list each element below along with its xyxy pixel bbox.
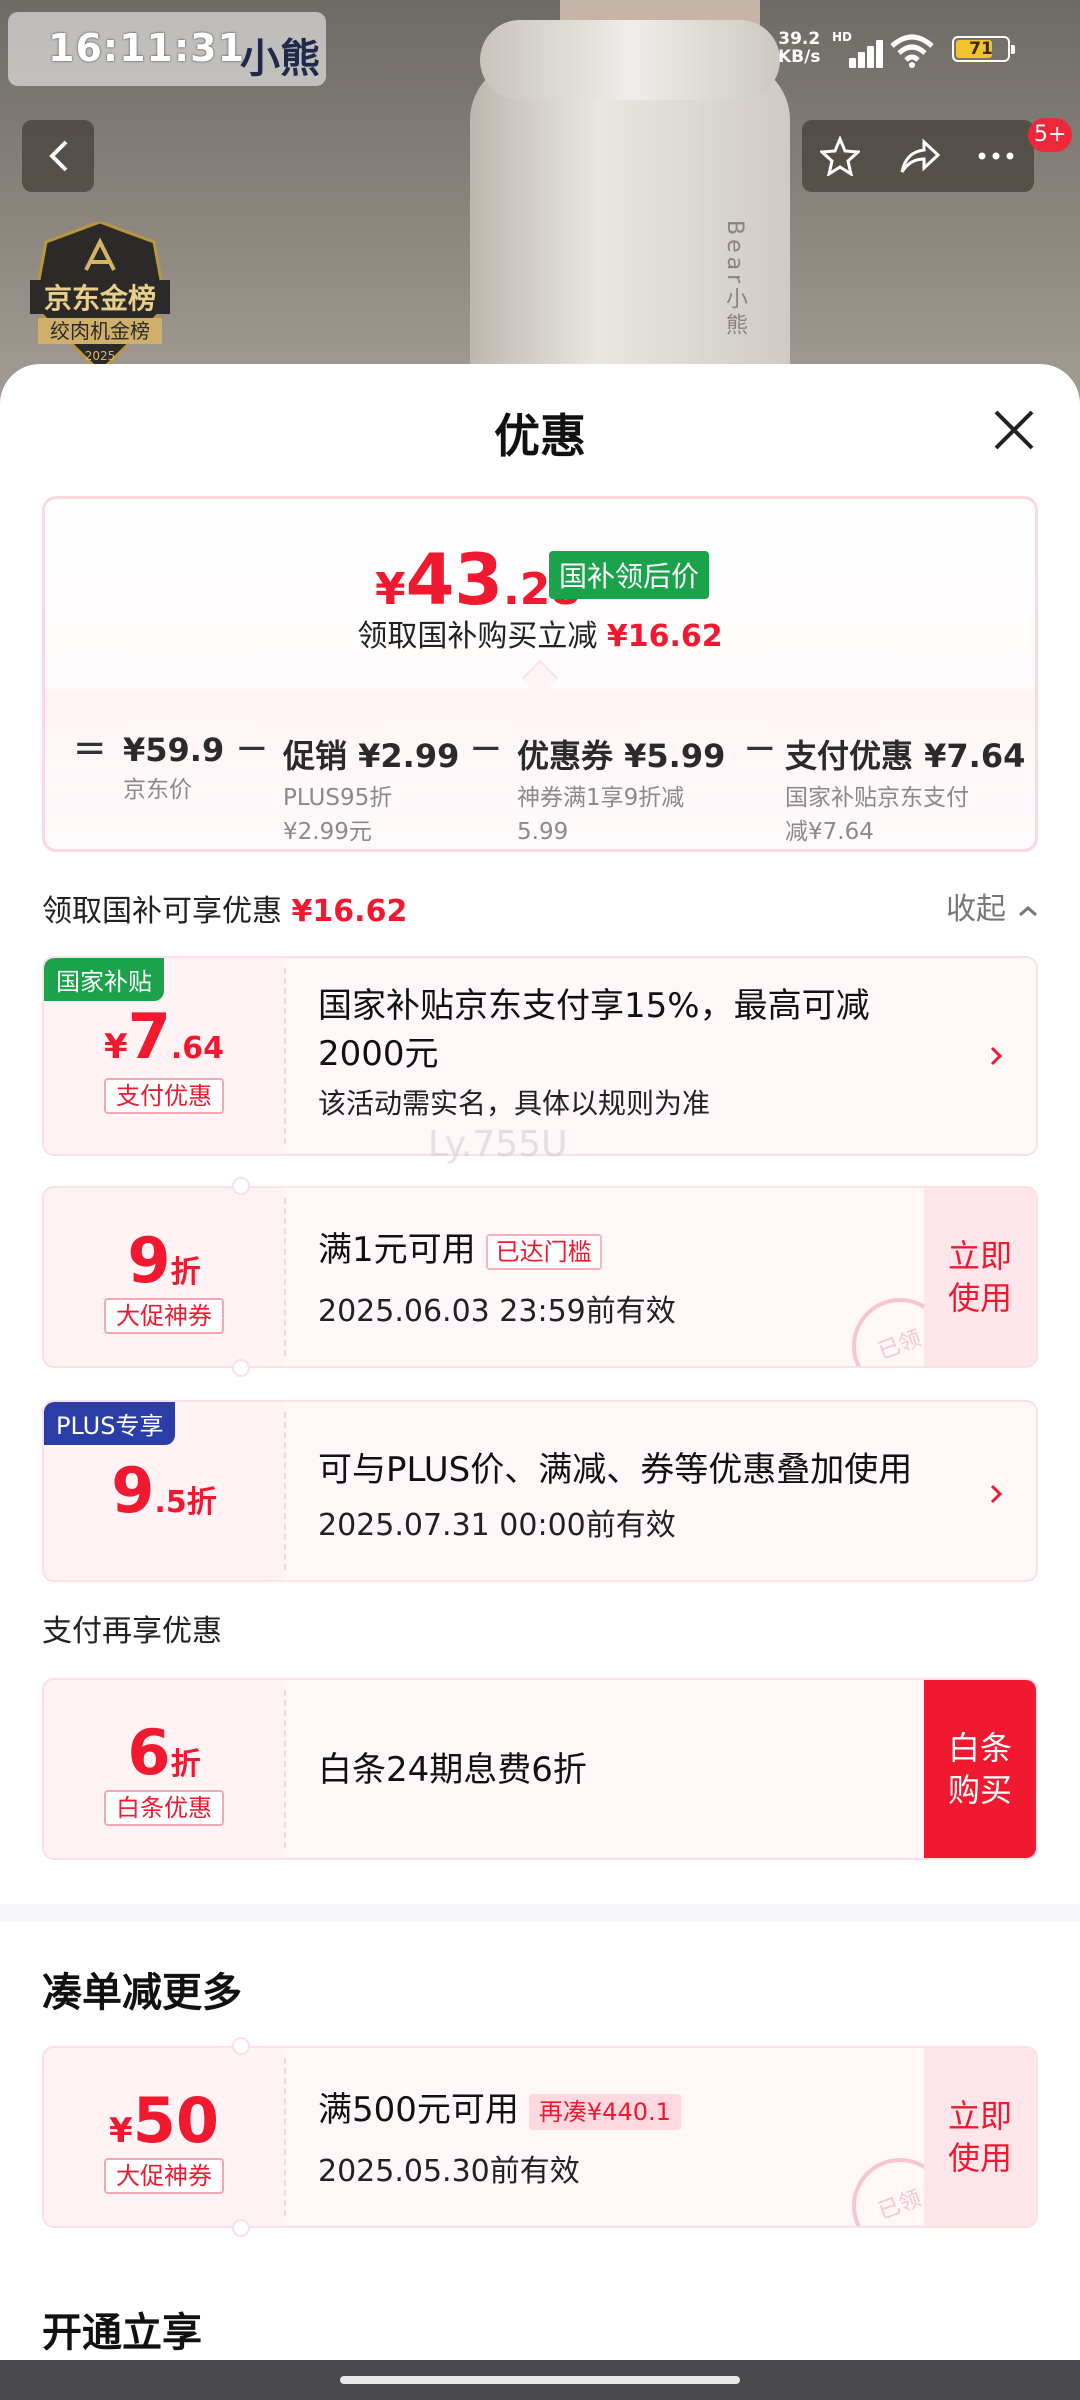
use-now-button[interactable]: 立即 使用 (924, 1188, 1036, 1366)
coupon-type-chip: 大促神券 (104, 1298, 224, 1334)
chevron-right-icon (990, 1484, 1003, 1504)
add-more-tag: 再凑¥440.1 (528, 2093, 681, 2130)
formula-item: − 优惠券 ¥5.99 神券满1享9折减 5.99 (469, 725, 726, 845)
bundle-coupon-chip: 大促神券 (104, 2158, 224, 2194)
use-now-button[interactable]: 立即 使用 (924, 2048, 1036, 2226)
pay-discount-chip: 支付优惠 (104, 1078, 224, 1114)
favorite-button[interactable] (802, 120, 878, 192)
nav-actions (802, 120, 1034, 192)
price-formula: = ¥59.9 京东价 − 促销 ¥2.99 PLUS95折 ¥2.99元 − 优惠… (45, 689, 1035, 849)
collapse-toggle[interactable]: 收起 (946, 884, 1040, 928)
price-breakdown: ¥43.28 国补领后价 领取国补购买立减 ¥16.62 = ¥59.9 京东价 … (42, 496, 1038, 852)
net-speed: 39.2 KB/s (778, 29, 821, 67)
more-section-title: 凑单减更多 (42, 1970, 242, 2016)
open-section-title: 开通立享 (42, 2310, 202, 2356)
more-dots-icon (978, 152, 1014, 160)
battery-level: 71 (969, 39, 993, 59)
subsidy-note: 该活动需实名，具体以规则为准 (318, 1087, 711, 1120)
status-bar: 16:11:31 39.2 KB/s HD 71 (0, 0, 1080, 90)
pay-section-title: 支付再享优惠 (42, 1614, 222, 1649)
chevron-left-icon (49, 140, 68, 172)
home-indicator-bar (0, 2360, 1080, 2400)
share-button[interactable] (880, 120, 956, 192)
back-button[interactable] (22, 120, 94, 192)
formula-item: = ¥59.9 京东价 (73, 725, 225, 803)
chevron-up-icon (1018, 906, 1037, 917)
sheet-title: 优惠 (494, 409, 586, 463)
plus-ribbon: PLUS专享 (44, 1402, 176, 1445)
baitiao-discount: 6折 (127, 1716, 201, 1789)
bundle-coupon-condition: 满500元可用 再凑¥440.1 (318, 2086, 681, 2134)
rank-badge-sub: 绞肉机金榜 (50, 319, 150, 343)
coupon-discount: 9折 (127, 1224, 201, 1297)
savings-header: 领取国补可享优惠 ¥16.62 (42, 894, 408, 929)
subsidy-description: 国家补贴京东支付享15%，最高可减 2000元 (318, 986, 870, 1074)
bundle-coupon-amount: ¥50 (109, 2084, 219, 2157)
formula-item: − 促销 ¥2.99 PLUS95折 ¥2.99元 (235, 725, 460, 845)
coupon-condition: 满1元可用 已达门槛 (318, 1226, 602, 1274)
baitiao-description: 白条24期息费6折 (318, 1750, 587, 1790)
plus-discount: 9.5折 (111, 1454, 217, 1527)
threshold-met-tag: 已达门槛 (485, 1233, 602, 1270)
rank-badge-year: 2025 (85, 349, 116, 363)
home-indicator[interactable] (340, 2376, 740, 2384)
bundle-coupon-expiry: 2025.05.30前有效 (318, 2154, 580, 2189)
discount-sheet: 优惠 ¥43.28 国补领后价 领取国补购买立减 ¥16.62 = ¥59.9 京… (0, 364, 1080, 2400)
signal-icon (835, 38, 883, 68)
subsidy-price-tag: 国补领后价 (549, 551, 710, 599)
battery-icon: 71 (952, 36, 1015, 62)
bundle-coupon-card: ¥50 大促神券 满500元可用 再凑¥440.1 2025.05.30前有效 已… (42, 2046, 1038, 2228)
subsidy-amount: ¥7.64 (104, 1000, 224, 1073)
more-button[interactable] (958, 120, 1034, 192)
close-icon[interactable] (990, 406, 1038, 454)
message-count-badge: 5+ (1028, 118, 1073, 152)
coupon-card: 9折 大促神券 满1元可用 已达门槛 2025.06.03 23:59前有效 已领… (42, 1186, 1038, 1368)
baitiao-buy-button[interactable]: 白条 购买 (924, 1680, 1036, 1858)
coupon-expiry: 2025.06.03 23:59前有效 (318, 1294, 676, 1329)
plus-card[interactable]: PLUS专享 9.5折 可与PLUS价、满减、券等优惠叠加使用 2025.07.… (42, 1400, 1038, 1582)
chevron-right-icon (990, 1046, 1003, 1066)
formula-item: − 支付优惠 ¥7.64 国家补贴京东支付 减¥7.64 (743, 725, 1026, 845)
price-subtitle: 领取国补购买立减 ¥16.62 (357, 619, 723, 654)
jd-rank-badge: 京东金榜 绞肉机金榜 2025 (30, 222, 170, 372)
status-time: 16:11:31 (48, 26, 246, 70)
baitiao-card: 6折 白条优惠 白条24期息费6折 白条 购买 (42, 1678, 1038, 1860)
wifi-icon (890, 34, 934, 68)
product-brandmark: Bear小熊 (722, 220, 747, 340)
plus-description: 可与PLUS价、满减、券等优惠叠加使用 (318, 1450, 913, 1490)
share-icon (900, 138, 940, 173)
subsidy-ribbon: 国家补贴 (44, 958, 164, 1001)
star-icon (820, 136, 860, 176)
baitiao-chip: 白条优惠 (104, 1790, 224, 1826)
watermark: Ly.755U (428, 1124, 568, 1165)
rank-badge-title: 京东金榜 (44, 282, 156, 315)
plus-expiry: 2025.07.31 00:00前有效 (318, 1508, 676, 1543)
